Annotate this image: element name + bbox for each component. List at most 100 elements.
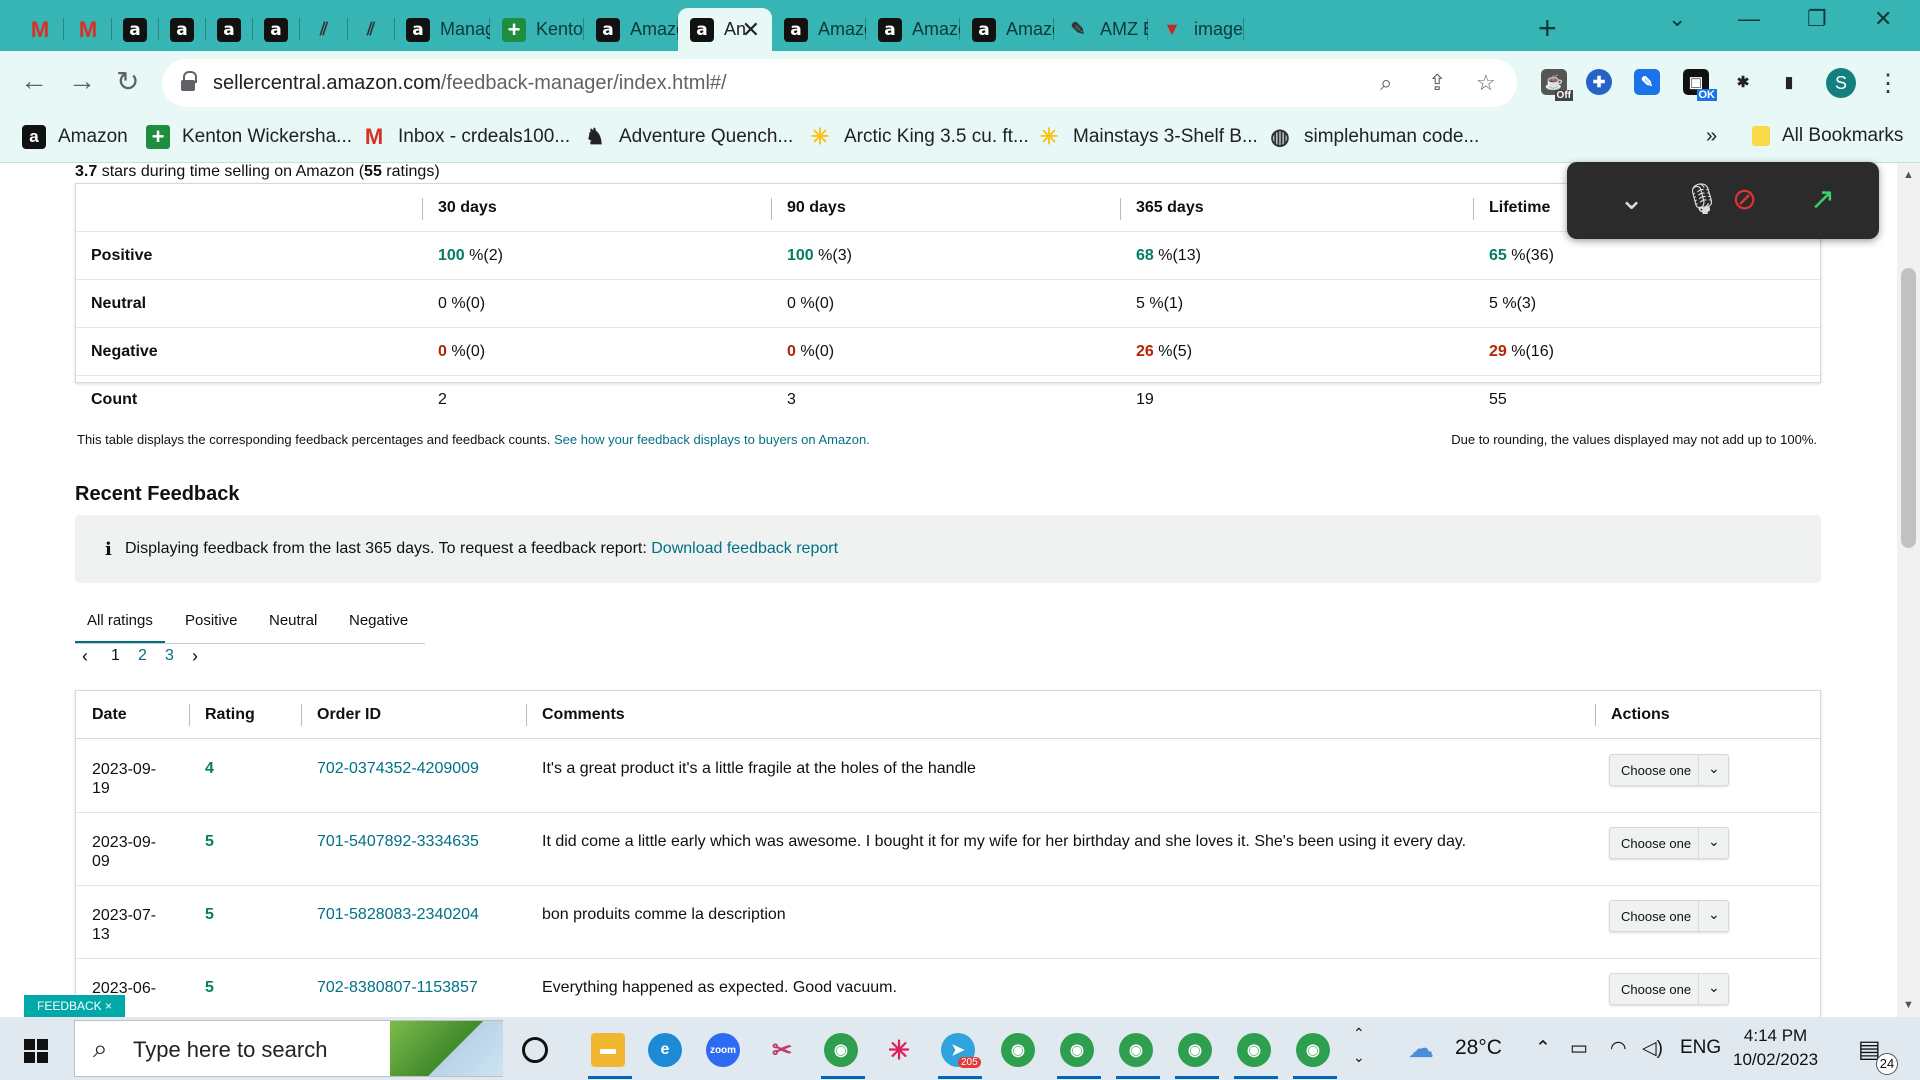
action-dropdown[interactable]: Choose one ⌄ <box>1609 754 1729 786</box>
scroll-thumb[interactable] <box>1901 268 1916 548</box>
bookmark-item[interactable]: + Kenton Wickersha... <box>146 124 352 149</box>
file-explorer-icon[interactable]: ▬ <box>591 1033 625 1067</box>
more-menu-icon[interactable]: ⋮ <box>1876 69 1900 98</box>
tab-all-ratings[interactable]: All ratings <box>75 612 165 643</box>
browser-tab[interactable]: ✎ AMZ E <box>1054 8 1148 51</box>
minimize-icon[interactable]: — <box>1738 6 1760 32</box>
weather-temperature[interactable]: 28°C <box>1455 1036 1502 1060</box>
action-dropdown[interactable]: Choose one ⌄ <box>1609 973 1729 1005</box>
browser-tab[interactable]: M <box>16 8 64 51</box>
browser-tab[interactable]: a Amazo <box>866 8 960 51</box>
bookmark-item[interactable]: ◍ simplehuman code... <box>1268 124 1479 149</box>
bookmark-item[interactable]: ✳ Arctic King 3.5 cu. ft... <box>808 124 1029 149</box>
feedback-widget-tab[interactable]: FEEDBACK × <box>24 995 125 1017</box>
download-report-link[interactable]: Download feedback report <box>651 540 838 557</box>
browser-tab[interactable]: a <box>252 8 300 51</box>
browser-tab[interactable]: a <box>111 8 159 51</box>
chrome-icon[interactable]: ◉ <box>1001 1033 1035 1067</box>
profile-avatar[interactable]: S <box>1826 68 1856 98</box>
chrome-icon[interactable]: ◉ <box>1237 1033 1271 1067</box>
action-dropdown[interactable]: Choose one ⌄ <box>1609 900 1729 932</box>
browser-tab[interactable]: ⫽ <box>300 8 348 51</box>
browser-tab[interactable]: a An ✕ <box>678 8 772 51</box>
browser-tab[interactable]: a Manag <box>394 8 490 51</box>
taskbar-scroll-up-icon[interactable]: ⌃ <box>1353 1025 1365 1042</box>
bookmark-item[interactable]: ♞ Adventure Quench... <box>583 124 793 149</box>
volume-icon[interactable]: ◁) <box>1642 1037 1663 1060</box>
address-bar[interactable]: sellercentral.amazon.com/feedback-manage… <box>162 59 1517 107</box>
tab-positive[interactable]: Positive <box>185 612 238 629</box>
order-id-link[interactable]: 701-5828083-2340204 <box>317 906 479 924</box>
snipping-tool-icon[interactable]: ✂ <box>765 1033 799 1067</box>
browser-tab[interactable]: a Amazo <box>960 8 1054 51</box>
chrome-icon[interactable]: ◉ <box>1119 1033 1153 1067</box>
browser-tab[interactable]: a Amazo <box>584 8 678 51</box>
reload-icon[interactable]: ↻ <box>116 65 139 98</box>
weather-cloud-icon[interactable]: ☁ <box>1408 1033 1434 1064</box>
browser-tab[interactable]: M <box>64 8 112 51</box>
zoom-icon[interactable]: ⌕ <box>1380 70 1392 96</box>
page-scrollbar[interactable]: ▲ ▼ <box>1897 163 1920 1017</box>
tab-negative[interactable]: Negative <box>349 612 408 629</box>
camera-off-icon[interactable]: ⊘ <box>1732 182 1757 217</box>
forward-arrow-icon[interactable]: → <box>68 65 96 97</box>
scroll-up-icon[interactable]: ▲ <box>1903 169 1914 181</box>
next-page-icon[interactable]: › <box>192 646 198 667</box>
page-3[interactable]: 3 <box>165 647 174 665</box>
page-2[interactable]: 2 <box>138 647 147 665</box>
action-dropdown[interactable]: Choose one ⌄ <box>1609 827 1729 859</box>
taskbar-scroll-down-icon[interactable]: ⌄ <box>1353 1049 1365 1066</box>
feedback-display-link[interactable]: See how your feedback displays to buyers… <box>554 432 870 447</box>
browser-tab[interactable]: a <box>158 8 206 51</box>
extensions-puzzle-icon[interactable]: ✱ <box>1730 69 1756 95</box>
browser-tab[interactable]: ⫽ <box>347 8 395 51</box>
new-tab-button[interactable]: + <box>1538 10 1557 47</box>
taskbar-search-box[interactable]: ⌕ Type here to search <box>74 1020 503 1077</box>
side-panel-icon[interactable]: ▮ <box>1776 69 1802 95</box>
zoom-icon[interactable]: zoom <box>706 1033 740 1067</box>
scroll-down-icon[interactable]: ▼ <box>1903 999 1914 1011</box>
bookmark-star-icon[interactable]: ☆ <box>1476 70 1496 96</box>
bookmark-item[interactable]: a Amazon <box>22 125 128 149</box>
extension-tag-icon[interactable]: ✎ <box>1634 69 1660 95</box>
clock[interactable]: 4:14 PM 10/02/2023 <box>1733 1024 1818 1072</box>
all-bookmarks-folder[interactable]: All Bookmarks <box>1752 125 1903 147</box>
close-tab-icon[interactable]: ✕ <box>742 17 760 43</box>
back-arrow-icon[interactable]: ← <box>20 65 48 97</box>
bookmark-item[interactable]: ✳ Mainstays 3-Shelf B... <box>1037 124 1258 149</box>
prev-page-icon[interactable]: ‹ <box>82 646 88 667</box>
open-external-icon[interactable]: ↗ <box>1810 182 1835 217</box>
order-id-link[interactable]: 702-0374352-4209009 <box>317 760 479 778</box>
bookmarks-overflow-button[interactable]: » <box>1706 125 1717 148</box>
order-id-link[interactable]: 701-5407892-3334635 <box>317 833 479 851</box>
battery-icon[interactable]: ▭ <box>1570 1037 1588 1060</box>
edge-icon[interactable]: e <box>648 1033 682 1067</box>
collapse-chevron-icon[interactable]: ⌄ <box>1619 182 1644 217</box>
windows-start-icon[interactable] <box>24 1039 48 1063</box>
extension-ok-icon[interactable]: OK ▣ <box>1683 69 1717 101</box>
chrome-icon[interactable]: ◉ <box>1296 1033 1330 1067</box>
browser-tab[interactable]: a <box>205 8 253 51</box>
bookmark-item[interactable]: M Inbox - crdeals100... <box>362 124 570 149</box>
tray-chevron-icon[interactable]: ⌃ <box>1535 1037 1551 1060</box>
chrome-icon[interactable]: ◉ <box>1060 1033 1094 1067</box>
task-view-icon[interactable] <box>522 1037 548 1063</box>
restore-icon[interactable]: ❐ <box>1807 6 1827 32</box>
wifi-icon[interactable]: ◠ <box>1610 1037 1627 1060</box>
chrome-icon[interactable]: ◉ <box>1178 1033 1212 1067</box>
page-1[interactable]: 1 <box>111 647 120 665</box>
browser-tab[interactable]: + Kenton <box>490 8 584 51</box>
slack-icon[interactable]: ✳ <box>882 1033 916 1067</box>
chrome-profile-icon[interactable]: ◉ <box>824 1033 858 1067</box>
microphone-icon[interactable]: 🎙 <box>1683 182 1721 217</box>
order-id-link[interactable]: 702-8380807-1153857 <box>317 979 478 997</box>
browser-tab[interactable]: a Amazo <box>772 8 866 51</box>
lock-icon[interactable] <box>180 71 197 91</box>
extension-game-icon[interactable]: ✚ <box>1586 69 1612 95</box>
tab-search-chevron-icon[interactable]: ⌄ <box>1668 6 1686 32</box>
url-text[interactable]: sellercentral.amazon.com/feedback-manage… <box>213 72 727 95</box>
browser-tab[interactable]: ▼ image <box>1148 8 1244 51</box>
language-indicator[interactable]: ENG <box>1680 1037 1721 1059</box>
tab-neutral[interactable]: Neutral <box>269 612 317 629</box>
share-icon[interactable]: ⇪ <box>1428 70 1446 96</box>
